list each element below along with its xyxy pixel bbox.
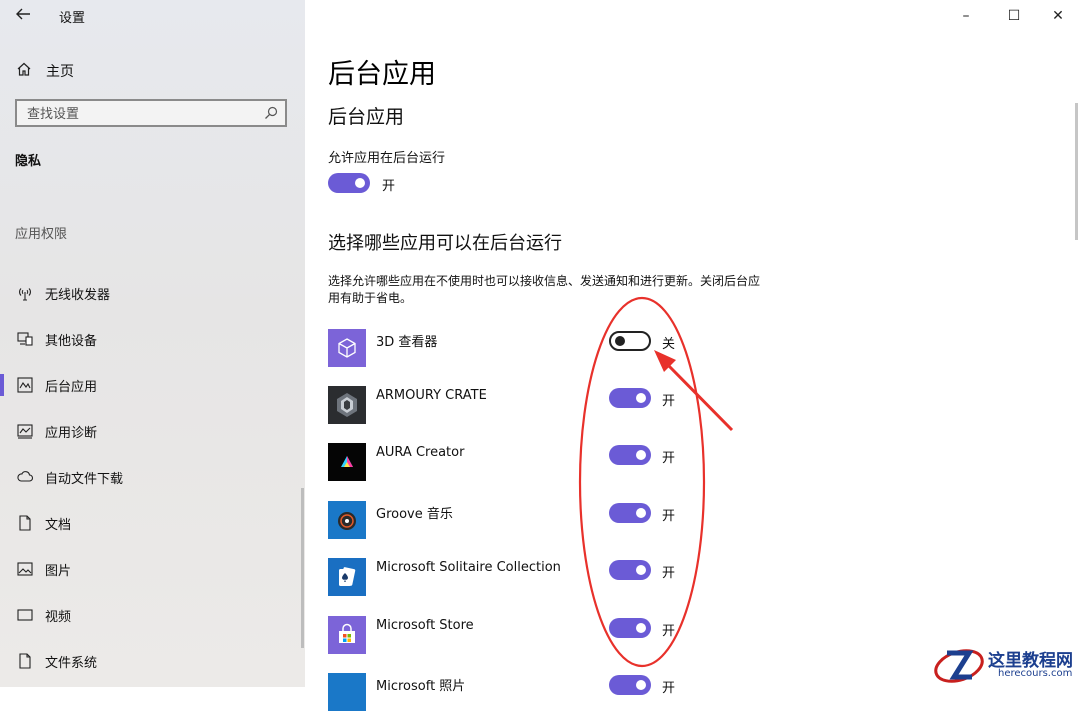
- sidebar-item-auto-download[interactable]: 自动文件下载: [0, 456, 305, 502]
- sidebar-item-background-apps[interactable]: 后台应用: [0, 364, 305, 410]
- search-icon[interactable]: [263, 105, 279, 121]
- sidebar-item-radios[interactable]: 无线收发器: [0, 272, 305, 318]
- app-row-microsoft-photos: Microsoft 照片 开: [328, 673, 768, 713]
- armoury-crate-icon: [328, 386, 366, 424]
- choose-apps-description: 选择允许哪些应用在不使用时也可以接收信息、发送通知和进行更新。关闭后台应用有助于…: [328, 274, 761, 305]
- background-apps-icon: [16, 376, 34, 394]
- allow-background-label: 允许应用在后台运行: [328, 151, 446, 166]
- sidebar-home[interactable]: 主页: [0, 56, 305, 84]
- home-label: 主页: [46, 64, 74, 80]
- sidebar-item-label: 后台应用: [45, 380, 98, 395]
- store-icon: [328, 616, 366, 654]
- cloud-icon: [16, 468, 34, 486]
- diagnostics-icon: [16, 422, 34, 440]
- solitaire-icon: [328, 558, 366, 596]
- sidebar-nav: 无线收发器 其他设备 后台应用 应用诊断 自动文件下载 文档 图片 视频 文件系…: [0, 272, 305, 686]
- search-box[interactable]: [15, 99, 287, 127]
- app-name: Microsoft Store: [376, 618, 474, 633]
- app-row-microsoft-store: Microsoft Store 开: [328, 616, 768, 656]
- choose-apps-title: 选择哪些应用可以在后台运行: [328, 233, 562, 254]
- app-state: 开: [662, 624, 676, 639]
- back-arrow-icon[interactable]: [14, 5, 34, 25]
- sidebar-item-label: 视频: [45, 610, 72, 625]
- file-system-icon: [16, 652, 34, 670]
- sidebar-item-label: 无线收发器: [45, 288, 111, 303]
- title-row: 设置: [0, 0, 305, 32]
- main-scrollbar[interactable]: [1075, 103, 1078, 240]
- aura-creator-icon: [328, 443, 366, 481]
- watermark-subtitle: herecours.com: [998, 668, 1073, 679]
- sidebar-item-label: 应用诊断: [45, 426, 98, 441]
- maximize-button[interactable]: ☐: [1003, 5, 1025, 27]
- sidebar-scrollbar[interactable]: [301, 488, 304, 648]
- app-state: 开: [662, 566, 676, 581]
- page-title: 后台应用: [328, 59, 436, 90]
- picture-icon: [16, 560, 34, 578]
- photos-icon: [328, 673, 366, 711]
- app-toggle-microsoft-photos[interactable]: [609, 675, 651, 695]
- sidebar: 设置 主页 隐私 应用权限 无线收发器 其他设备: [0, 0, 305, 687]
- 3d-viewer-icon: [328, 329, 366, 367]
- allow-background-toggle[interactable]: [328, 173, 370, 193]
- section-app-permissions: 应用权限: [15, 227, 68, 242]
- app-row-groove-music: Groove 音乐 开: [328, 501, 768, 541]
- close-button[interactable]: ✕: [1047, 5, 1069, 27]
- sidebar-item-other-devices[interactable]: 其他设备: [0, 318, 305, 364]
- minimize-button[interactable]: –: [955, 5, 977, 27]
- app-row-armoury-crate: ARMOURY CRATE 开: [328, 386, 768, 426]
- sidebar-item-label: 自动文件下载: [45, 472, 124, 487]
- app-name: Groove 音乐: [376, 507, 453, 522]
- devices-icon: [16, 330, 34, 348]
- sidebar-item-pictures[interactable]: 图片: [0, 548, 305, 594]
- sidebar-item-documents[interactable]: 文档: [0, 502, 305, 548]
- radio-tower-icon: [16, 284, 34, 302]
- app-row-solitaire: Microsoft Solitaire Collection 开: [328, 558, 768, 598]
- app-name: AURA Creator: [376, 445, 465, 460]
- watermark: 这里教程网 herecours.com: [932, 644, 1080, 687]
- groove-music-icon: [328, 501, 366, 539]
- app-toggle-aura-creator[interactable]: [609, 445, 651, 465]
- app-state: 开: [662, 509, 676, 524]
- app-toggle-3d-viewer[interactable]: [609, 331, 651, 351]
- allow-background-state: 开: [382, 179, 396, 194]
- app-state: 关: [662, 337, 676, 352]
- app-name: 3D 查看器: [376, 335, 438, 350]
- app-row-aura-creator: AURA Creator 开: [328, 443, 768, 483]
- section-privacy: 隐私: [15, 154, 42, 169]
- app-state: 开: [662, 451, 676, 466]
- app-toggle-armoury-crate[interactable]: [609, 388, 651, 408]
- app-name: ARMOURY CRATE: [376, 388, 487, 403]
- app-state: 开: [662, 394, 676, 409]
- video-icon: [16, 606, 34, 624]
- sidebar-item-label: 文件系统: [45, 656, 98, 671]
- sidebar-item-label: 图片: [45, 564, 72, 579]
- app-row-3d-viewer: 3D 查看器 关: [328, 329, 768, 369]
- sidebar-item-label: 其他设备: [45, 334, 98, 349]
- home-icon: [16, 61, 32, 77]
- search-input[interactable]: [25, 104, 259, 124]
- app-toggle-microsoft-store[interactable]: [609, 618, 651, 638]
- sidebar-item-file-system[interactable]: 文件系统: [0, 640, 305, 686]
- main-panel: – ☐ ✕ 后台应用 后台应用 允许应用在后台运行 开 选择哪些应用可以在后台运…: [305, 0, 1080, 711]
- section-title: 后台应用: [328, 106, 405, 128]
- watermark-logo-icon: [934, 649, 984, 683]
- app-name: Microsoft 照片: [376, 679, 466, 694]
- app-toggle-solitaire[interactable]: [609, 560, 651, 580]
- document-icon: [16, 514, 34, 532]
- sidebar-item-label: 文档: [45, 518, 72, 533]
- app-title: 设置: [59, 11, 86, 26]
- sidebar-item-videos[interactable]: 视频: [0, 594, 305, 640]
- app-name: Microsoft Solitaire Collection: [376, 560, 561, 575]
- app-toggle-groove-music[interactable]: [609, 503, 651, 523]
- sidebar-item-app-diagnostics[interactable]: 应用诊断: [0, 410, 305, 456]
